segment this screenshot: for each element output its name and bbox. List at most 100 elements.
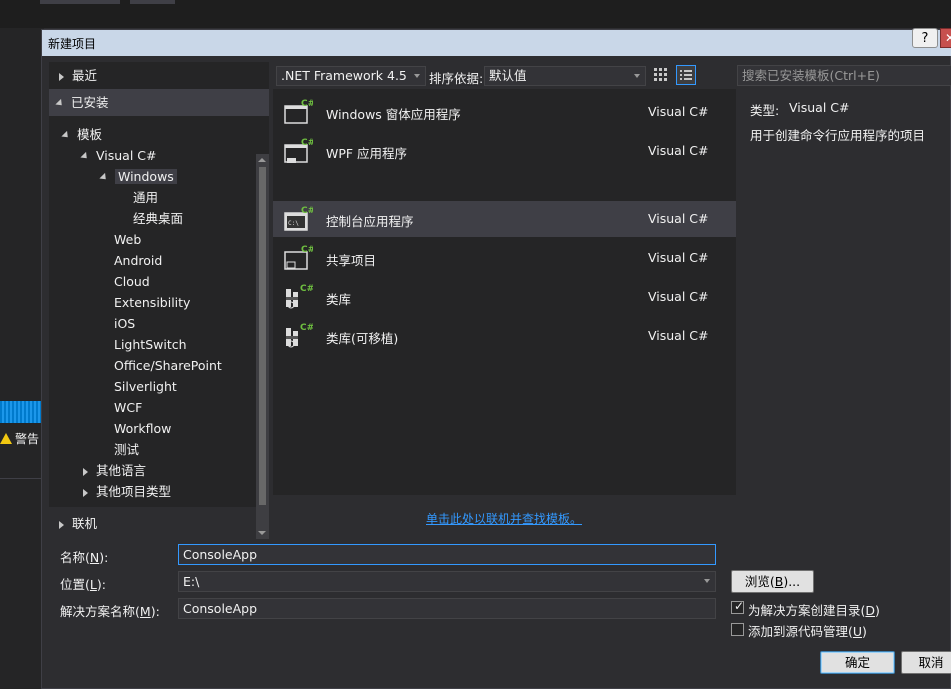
tree-node-silverlight[interactable]: Silverlight: [114, 376, 177, 397]
tree-label: 通用: [133, 190, 159, 205]
tree-label: iOS: [114, 316, 136, 331]
warning-label: 警告: [15, 432, 40, 446]
tree-node-test[interactable]: 测试: [114, 439, 139, 460]
project-name-input[interactable]: ConsoleApp: [178, 544, 716, 565]
chevron-down-icon: [414, 74, 420, 78]
close-button[interactable]: ✕: [940, 28, 951, 48]
type-value: Visual C#: [789, 100, 850, 115]
tree-node-web[interactable]: Web: [114, 229, 141, 250]
expand-arrow-icon[interactable]: [83, 467, 88, 476]
checkmark-icon: ✓: [734, 599, 745, 613]
template-row-winforms[interactable]: C# Windows 窗体应用程序 Visual C#: [273, 94, 736, 130]
template-name: 类库(可移植): [326, 331, 399, 346]
tree-label: Workflow: [114, 421, 172, 436]
tree-node-visual-csharp[interactable]: Visual C#: [80, 145, 157, 166]
tree-node-office-sharepoint[interactable]: Office/SharePoint: [114, 355, 222, 376]
tree-label: WCF: [114, 400, 143, 415]
tree-node-windows[interactable]: Windows: [99, 166, 177, 187]
template-row-portable-library[interactable]: C# 类库(可移植) Visual C#: [273, 318, 736, 354]
template-language: Visual C#: [648, 250, 709, 265]
template-tree: 最近 已安装 模板 Visual C# Windows 通用 经典桌面 Web …: [49, 62, 269, 539]
sort-value: 默认值: [489, 68, 527, 83]
tree-label: Android: [114, 253, 163, 268]
tree-node-cloud[interactable]: Cloud: [114, 271, 150, 292]
collapse-arrow-icon[interactable]: [99, 172, 109, 183]
collapse-arrow-icon[interactable]: [61, 130, 71, 141]
template-language: Visual C#: [648, 211, 709, 226]
tree-node-android[interactable]: Android: [114, 250, 162, 271]
grid-view-icon[interactable]: [654, 68, 668, 82]
framework-value: .NET Framework 4.5: [281, 68, 407, 83]
scroll-up-icon[interactable]: [258, 158, 266, 162]
create-directory-label: 为解决方案创建目录(D): [748, 603, 880, 618]
tree-node-universal[interactable]: 通用: [133, 187, 158, 208]
tree-node-installed[interactable]: 已安装: [55, 92, 109, 113]
svg-text:C#: C#: [301, 245, 313, 255]
tree-node-online[interactable]: 联机: [49, 513, 269, 535]
tree-node-other-languages[interactable]: 其他语言: [83, 460, 146, 481]
solution-name-label: 解决方案名称(M):: [60, 604, 160, 619]
tree-label: LightSwitch: [114, 337, 187, 352]
framework-select[interactable]: .NET Framework 4.5: [276, 66, 426, 86]
tree-node-ios[interactable]: iOS: [114, 313, 135, 334]
location-label: 位置(L):: [60, 577, 106, 592]
template-name: 控制台应用程序: [326, 214, 414, 229]
tree-node-recent[interactable]: 最近: [59, 65, 97, 86]
list-view-icon[interactable]: [676, 65, 696, 85]
scrollbar-thumb[interactable]: [259, 167, 266, 505]
location-combobox[interactable]: E:\: [178, 571, 716, 592]
template-list: C# Windows 窗体应用程序 Visual C# C# WPF 应用程序 …: [273, 89, 736, 495]
tree-node-lightswitch[interactable]: LightSwitch: [114, 334, 187, 355]
ok-button[interactable]: 确定: [820, 651, 895, 674]
wpf-icon: C#: [284, 138, 313, 163]
template-row-console[interactable]: C:\ C# 控制台应用程序 Visual C#: [273, 201, 736, 237]
tree-node-classic-desktop[interactable]: 经典桌面: [133, 208, 183, 229]
sort-select[interactable]: 默认值: [484, 66, 646, 86]
browse-button[interactable]: 浏览(B)...: [731, 570, 814, 593]
cancel-button[interactable]: 取消: [901, 651, 951, 674]
template-language: Visual C#: [648, 328, 709, 343]
name-label: 名称(N):: [60, 550, 109, 565]
warning-icon: [0, 433, 12, 444]
template-row-shared-project[interactable]: C# 共享项目 Visual C#: [273, 240, 736, 276]
template-name: Windows 窗体应用程序: [326, 107, 461, 122]
tree-node-templates[interactable]: 模板: [61, 124, 103, 145]
tree-node-other-project-types[interactable]: 其他项目类型: [83, 481, 171, 502]
tree-node-workflow[interactable]: Workflow: [114, 418, 171, 439]
expand-arrow-icon[interactable]: [59, 72, 64, 81]
chevron-down-icon[interactable]: [704, 579, 710, 583]
svg-text:C#: C#: [300, 323, 313, 333]
location-value: E:\: [183, 574, 200, 589]
tree-scrollbar[interactable]: [256, 154, 269, 539]
expand-arrow-icon[interactable]: [83, 488, 88, 497]
tree-label: 联机: [72, 516, 98, 531]
tree-node-wcf[interactable]: WCF: [114, 397, 142, 418]
template-row-wpf[interactable]: C# WPF 应用程序 Visual C#: [273, 133, 736, 169]
source-control-label: 添加到源代码管理(U): [748, 624, 867, 639]
expand-arrow-icon[interactable]: [59, 520, 64, 529]
tree-label: Visual C#: [96, 148, 157, 163]
ide-warning-tab[interactable]: 警告: [0, 430, 44, 450]
template-description: 用于创建命令行应用程序的项目: [750, 128, 926, 143]
template-search-input[interactable]: 搜索已安装模板(Ctrl+E): [737, 65, 951, 86]
online-templates-link[interactable]: 单击此处以联机并查找模板。: [426, 510, 582, 527]
collapse-arrow-icon[interactable]: [80, 151, 90, 162]
template-language: Visual C#: [648, 143, 709, 158]
dialog-titlebar[interactable]: 新建项目: [42, 30, 951, 56]
template-row-class-library[interactable]: C# 类库 Visual C#: [273, 279, 736, 315]
help-button[interactable]: ?: [912, 28, 938, 48]
collapse-arrow-icon[interactable]: [55, 98, 65, 109]
create-directory-checkbox[interactable]: ✓: [731, 599, 745, 614]
ide-side-panel: [0, 28, 44, 689]
solution-name-input[interactable]: ConsoleApp: [178, 598, 716, 619]
template-language: Visual C#: [648, 289, 709, 304]
svg-text:C#: C#: [300, 284, 313, 294]
tree-node-extensibility[interactable]: Extensibility: [114, 292, 190, 313]
tree-label: 模板: [77, 127, 103, 142]
template-name: 类库: [326, 292, 352, 307]
tree-label: 已安装: [71, 95, 109, 110]
tree-label: 其他项目类型: [96, 484, 172, 499]
svg-text:C#: C#: [301, 138, 313, 148]
source-control-checkbox[interactable]: [731, 623, 744, 636]
dialog-title: 新建项目: [48, 37, 97, 51]
